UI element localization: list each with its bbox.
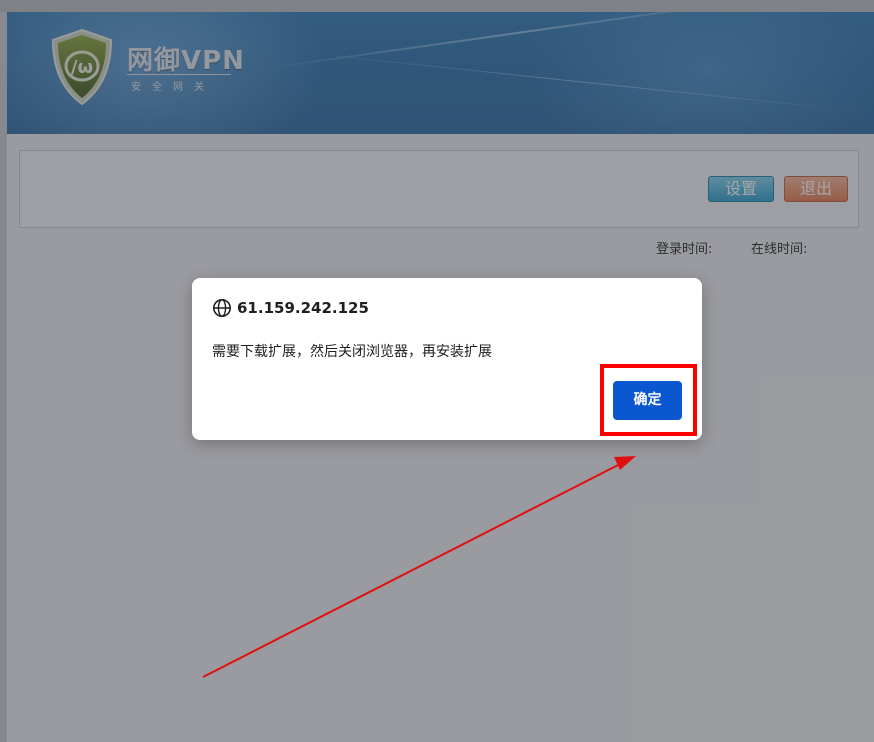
dialog-origin: 61.159.242.125 xyxy=(237,299,369,317)
annotation-highlight-box xyxy=(600,364,697,436)
dialog-message: 需要下载扩展，然后关闭浏览器，再安装扩展 xyxy=(212,344,492,360)
globe-icon xyxy=(213,299,231,317)
